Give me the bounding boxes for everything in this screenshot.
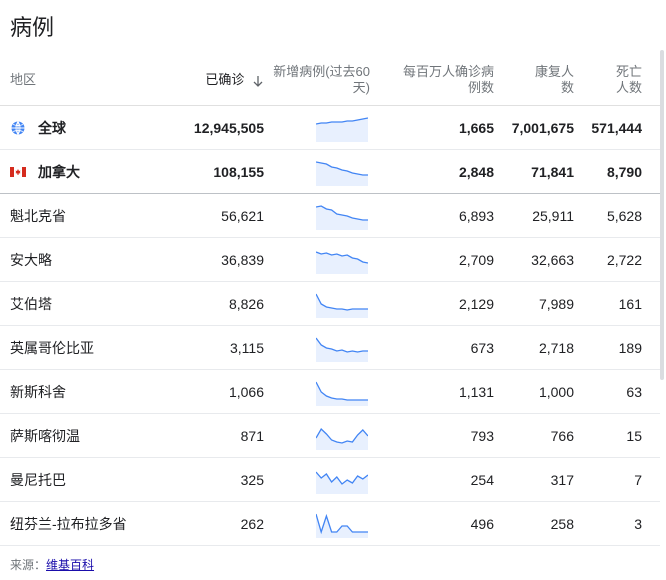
new-cases-sparkline bbox=[316, 471, 368, 494]
deaths-value: 161 bbox=[618, 296, 642, 312]
deaths-value: 15 bbox=[626, 428, 642, 444]
deaths-value: 189 bbox=[618, 340, 642, 356]
sort-down-arrow-icon bbox=[253, 75, 263, 87]
canada-flag-icon bbox=[10, 167, 26, 177]
region-name: 安大略 bbox=[10, 252, 52, 268]
new-cases-sparkline bbox=[316, 293, 368, 318]
region-name: 曼尼托巴 bbox=[10, 472, 66, 488]
new-cases-sparkline bbox=[316, 117, 368, 142]
table-body: 全球 12,945,505 1,665 7,001,675 571,444 加拿大 108,… bbox=[0, 106, 660, 546]
confirmed-value: 56,621 bbox=[221, 208, 264, 224]
per-million-value: 6,893 bbox=[458, 208, 494, 224]
table-header: 地区 已确诊 新增病例(过去60 天) 每百万人确诊病 例数 康复人数 死亡 人数 bbox=[0, 54, 660, 106]
globe-icon bbox=[11, 121, 25, 135]
table-row[interactable]: 全球 12,945,505 1,665 7,001,675 571,444 bbox=[0, 106, 660, 150]
per-million-value: 2,709 bbox=[458, 252, 494, 268]
header-new-cases[interactable]: 新增病例(过去60 天) bbox=[273, 64, 370, 96]
source-footer: 来源：维基百科 bbox=[10, 556, 94, 573]
table-row[interactable]: 魁北克省 56,621 6,893 25,911 5,628 bbox=[0, 194, 660, 238]
deaths-value: 571,444 bbox=[591, 120, 642, 136]
deaths-value: 63 bbox=[626, 384, 642, 400]
per-million-value: 2,848 bbox=[458, 164, 494, 180]
page-title: 病例 bbox=[10, 15, 55, 40]
region-name: 魁北克省 bbox=[10, 208, 66, 224]
new-cases-sparkline bbox=[316, 513, 368, 538]
header-recovered[interactable]: 康复人数 bbox=[535, 64, 574, 96]
per-million-value: 2,129 bbox=[458, 296, 494, 312]
source-link[interactable]: 维基百科 bbox=[46, 558, 94, 572]
per-million-value: 254 bbox=[470, 472, 494, 488]
deaths-value: 3 bbox=[634, 516, 642, 532]
recovered-value: 71,841 bbox=[531, 164, 574, 180]
table-row[interactable]: 曼尼托巴 325 254 317 7 bbox=[0, 458, 660, 502]
region-name: 萨斯喀彻温 bbox=[10, 428, 80, 444]
recovered-value: 1,000 bbox=[538, 384, 574, 400]
confirmed-value: 871 bbox=[240, 428, 264, 444]
table-row[interactable]: 加拿大 108,155 2,848 71,841 8,790 bbox=[0, 150, 660, 194]
sparkline-area bbox=[316, 206, 368, 230]
new-cases-sparkline bbox=[316, 251, 368, 274]
new-cases-sparkline bbox=[316, 427, 368, 450]
recovered-value: 7,989 bbox=[538, 296, 574, 312]
new-cases-sparkline bbox=[316, 337, 368, 362]
per-million-value: 1,131 bbox=[458, 384, 494, 400]
region-name: 艾伯塔 bbox=[10, 296, 52, 312]
region-name: 全球 bbox=[38, 120, 66, 136]
recovered-value: 32,663 bbox=[531, 252, 574, 268]
table-row[interactable]: 萨斯喀彻温 871 793 766 15 bbox=[0, 414, 660, 458]
new-cases-sparkline bbox=[316, 205, 368, 230]
deaths-value: 8,790 bbox=[606, 164, 642, 180]
per-million-value: 793 bbox=[470, 428, 494, 444]
table-row[interactable]: 新斯科舍 1,066 1,131 1,000 63 bbox=[0, 370, 660, 414]
confirmed-value: 8,826 bbox=[228, 296, 264, 312]
confirmed-value: 1,066 bbox=[228, 384, 264, 400]
confirmed-value: 36,839 bbox=[221, 252, 264, 268]
region-name: 加拿大 bbox=[38, 164, 80, 180]
new-cases-sparkline bbox=[316, 381, 368, 406]
confirmed-value: 325 bbox=[240, 472, 264, 488]
scrollbar[interactable] bbox=[660, 50, 664, 380]
region-name: 新斯科舍 bbox=[10, 384, 66, 400]
header-confirmed[interactable]: 已确诊 bbox=[205, 72, 264, 88]
table-row[interactable]: 艾伯塔 8,826 2,129 7,989 161 bbox=[0, 282, 660, 326]
recovered-value: 317 bbox=[550, 472, 574, 488]
table-row[interactable]: 安大略 36,839 2,709 32,663 2,722 bbox=[0, 238, 660, 282]
recovered-value: 25,911 bbox=[532, 208, 574, 224]
deaths-value: 7 bbox=[634, 472, 642, 488]
region-name: 英属哥伦比亚 bbox=[10, 340, 94, 356]
recovered-value: 2,718 bbox=[538, 340, 574, 356]
confirmed-value: 262 bbox=[240, 516, 264, 532]
deaths-value: 2,722 bbox=[606, 252, 642, 268]
region-name: 纽芬兰-拉布拉多省 bbox=[10, 516, 127, 532]
header-per-million[interactable]: 每百万人确诊病 例数 bbox=[403, 64, 494, 96]
recovered-value: 258 bbox=[550, 516, 574, 532]
table-row[interactable]: 英属哥伦比亚 3,115 673 2,718 189 bbox=[0, 326, 660, 370]
recovered-value: 7,001,675 bbox=[511, 120, 574, 136]
sparkline-area bbox=[316, 252, 368, 274]
deaths-value: 5,628 bbox=[606, 208, 642, 224]
per-million-value: 496 bbox=[470, 516, 494, 532]
confirmed-value: 108,155 bbox=[213, 164, 264, 180]
per-million-value: 673 bbox=[470, 340, 494, 356]
per-million-value: 1,665 bbox=[458, 120, 494, 136]
recovered-value: 766 bbox=[550, 428, 574, 444]
cases-table: 地区 已确诊 新增病例(过去60 天) 每百万人确诊病 例数 康复人数 死亡 人数 全… bbox=[0, 54, 660, 546]
header-region[interactable]: 地区 bbox=[10, 72, 36, 88]
confirmed-value: 12,945,505 bbox=[193, 120, 264, 136]
header-deaths[interactable]: 死亡 人数 bbox=[616, 64, 642, 96]
new-cases-sparkline bbox=[316, 161, 368, 186]
confirmed-value: 3,115 bbox=[230, 340, 264, 356]
table-row[interactable]: 纽芬兰-拉布拉多省 262 496 258 3 bbox=[0, 502, 660, 546]
source-label: 来源： bbox=[10, 558, 47, 572]
